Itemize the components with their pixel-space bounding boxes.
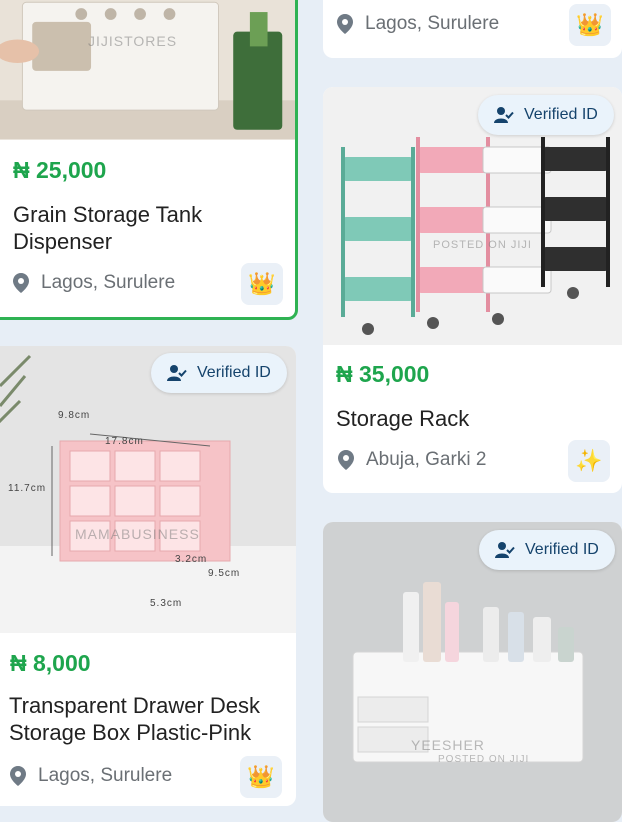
listing-location: Lagos, Surulere xyxy=(8,765,172,787)
image-watermark: YEESHER xyxy=(411,737,485,753)
verified-label: Verified ID xyxy=(525,541,599,558)
verified-id-badge: Verified ID xyxy=(151,353,287,393)
location-pin-icon xyxy=(13,273,29,293)
dimension-label: 9.8cm xyxy=(58,410,91,421)
dimension-label: 3.2cm xyxy=(175,554,208,565)
location-pin-icon xyxy=(337,14,353,34)
listing-title[interactable]: Transparent Drawer Desk Storage Box Plas… xyxy=(9,692,289,746)
listing-image xyxy=(0,0,295,140)
listing-title[interactable]: Grain Storage Tank Dispenser xyxy=(13,201,253,255)
listing-card-storage-rack[interactable]: POSTED ON JIJI Verified ID ₦ 35,000 Stor… xyxy=(323,87,622,493)
listing-location: Lagos, Surulere xyxy=(11,272,175,294)
image-watermark: POSTED ON JIJI xyxy=(433,239,532,251)
listing-card-top-right[interactable]: Lagos, Surulere 👑 xyxy=(323,0,622,58)
crown-icon: 👑 xyxy=(569,4,611,46)
listing-location: Lagos, Surulere xyxy=(335,13,499,35)
location-text: Lagos, Surulere xyxy=(365,13,500,34)
verified-user-icon xyxy=(494,107,514,123)
dimension-label: 9.5cm xyxy=(208,568,241,579)
listing-location: Abuja, Garki 2 xyxy=(336,449,486,471)
location-pin-icon xyxy=(10,766,26,786)
verified-label: Verified ID xyxy=(524,106,598,123)
verified-user-icon xyxy=(495,542,515,558)
verified-id-badge: Verified ID xyxy=(479,530,615,570)
verified-label: Verified ID xyxy=(197,364,271,381)
image-watermark-2: POSTED ON JIJI xyxy=(438,754,530,765)
listing-card-grain-storage[interactable]: JIJISTORES ₦ 25,000 Grain Storage Tank D… xyxy=(0,0,298,320)
location-pin-icon xyxy=(338,450,354,470)
image-watermark: MAMABUSINESS xyxy=(75,526,200,542)
image-watermark: JIJISTORES xyxy=(88,33,178,49)
verified-id-badge: Verified ID xyxy=(478,95,614,135)
listing-card-drawer-box[interactable]: 9.8cm 17.8cm 11.7cm 3.2cm 9.5cm 5.3cm MA… xyxy=(0,346,296,806)
verified-user-icon xyxy=(167,365,187,381)
location-text: Abuja, Garki 2 xyxy=(366,449,487,470)
dimension-label: 17.8cm xyxy=(105,436,144,447)
listing-title[interactable]: Storage Rack xyxy=(336,405,576,432)
location-text: Lagos, Surulere xyxy=(38,765,173,786)
listing-price: ₦ 25,000 xyxy=(13,157,107,183)
dimension-label: 11.7cm xyxy=(8,483,47,494)
listing-price: ₦ 8,000 xyxy=(10,650,91,676)
listing-card-cosmetic-organizer[interactable]: YEESHER POSTED ON JIJI Verified ID xyxy=(323,522,622,822)
listing-price: ₦ 35,000 xyxy=(336,361,430,387)
crown-icon: 👑 xyxy=(240,756,282,798)
dimension-label: 5.3cm xyxy=(150,598,183,609)
location-text: Lagos, Surulere xyxy=(41,272,176,293)
sparkle-icon: ✨ xyxy=(568,440,610,482)
crown-icon: 👑 xyxy=(241,263,283,305)
